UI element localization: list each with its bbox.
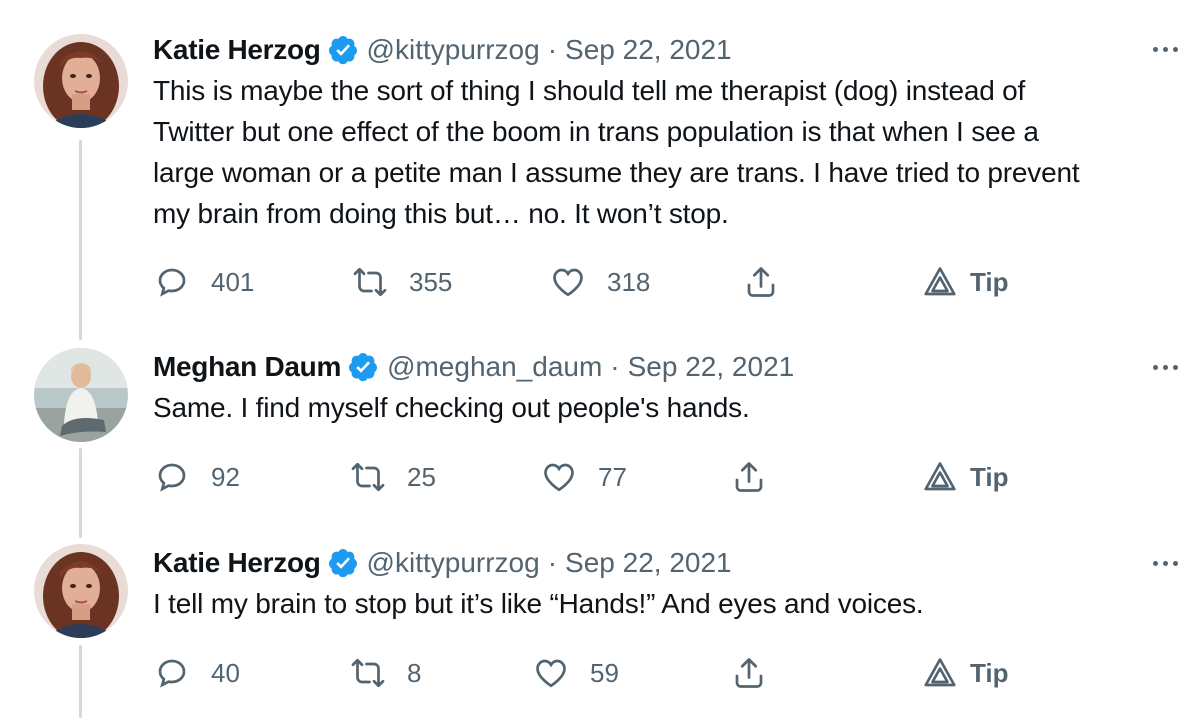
thread-connector-line xyxy=(79,140,82,340)
more-options-icon[interactable] xyxy=(1153,365,1178,370)
tip-jar-icon xyxy=(924,267,956,296)
like-button[interactable]: 77 xyxy=(541,459,627,495)
heart-icon xyxy=(536,659,566,688)
verified-badge-icon xyxy=(349,353,378,382)
tweet-header: Meghan Daum @meghan_daum · Sep 22, 2021 xyxy=(153,347,1180,387)
tip-jar-icon xyxy=(924,462,956,491)
like-count: 77 xyxy=(598,461,627,492)
separator-dot: · xyxy=(547,547,558,578)
reply-count: 92 xyxy=(211,461,240,492)
like-button[interactable]: 318 xyxy=(550,264,650,300)
thread-connector-line xyxy=(79,448,82,538)
profile-photo-icon xyxy=(34,34,128,128)
verified-badge-icon xyxy=(328,549,357,578)
like-count: 59 xyxy=(590,657,619,688)
reply-count: 40 xyxy=(211,657,240,688)
retweet-button[interactable]: 355 xyxy=(352,264,452,300)
verified-badge-icon xyxy=(328,36,357,65)
avatar[interactable] xyxy=(34,348,128,442)
separator-dot: · xyxy=(547,34,558,65)
tip-button[interactable]: Tip xyxy=(922,459,1009,495)
reply-icon xyxy=(158,268,186,297)
tip-button[interactable]: Tip xyxy=(922,264,1009,300)
display-name[interactable]: Meghan Daum xyxy=(153,351,341,383)
tweet-date[interactable]: Sep 22, 2021 xyxy=(565,34,732,66)
tip-jar-icon xyxy=(924,658,956,687)
retweet-count: 8 xyxy=(407,657,422,688)
retweet-icon xyxy=(353,267,387,297)
share-icon xyxy=(747,267,775,297)
tweet-text: Same. I find myself checking out people'… xyxy=(153,392,750,423)
reply-count: 401 xyxy=(211,266,255,297)
like-button[interactable]: 59 xyxy=(533,655,619,691)
like-count: 318 xyxy=(607,266,651,297)
tip-label: Tip xyxy=(970,657,1009,688)
reply-button[interactable]: 92 xyxy=(154,459,240,495)
tip-label: Tip xyxy=(970,266,1009,297)
share-icon xyxy=(735,658,763,688)
retweet-count: 25 xyxy=(407,461,436,492)
more-options-icon[interactable] xyxy=(1153,561,1178,566)
reply-icon xyxy=(158,463,186,492)
reply-button[interactable]: 401 xyxy=(154,264,254,300)
share-button[interactable] xyxy=(731,655,767,691)
share-button[interactable] xyxy=(731,459,767,495)
retweet-count: 355 xyxy=(409,266,453,297)
display-name[interactable]: Katie Herzog xyxy=(153,547,321,579)
retweet-button[interactable]: 8 xyxy=(350,655,421,691)
tip-button[interactable]: Tip xyxy=(922,655,1009,691)
avatar[interactable] xyxy=(34,544,128,638)
heart-icon xyxy=(544,463,574,492)
retweet-button[interactable]: 25 xyxy=(350,459,436,495)
reply-button[interactable]: 40 xyxy=(154,655,240,691)
user-handle[interactable]: @kittypurrzog xyxy=(367,547,540,579)
tweet-header: Katie Herzog @kittypurrzog · Sep 22, 202… xyxy=(153,30,1180,70)
avatar[interactable] xyxy=(34,34,128,128)
tip-label: Tip xyxy=(970,461,1009,492)
tweet-header: Katie Herzog @kittypurrzog · Sep 22, 202… xyxy=(153,543,1180,583)
tweet-text: I tell my brain to stop but it’s like “H… xyxy=(153,588,924,619)
separator-dot: · xyxy=(610,351,620,382)
retweet-icon xyxy=(351,462,385,492)
user-handle[interactable]: @meghan_daum xyxy=(387,351,602,383)
tweet-date[interactable]: Sep 22, 2021 xyxy=(565,547,732,579)
tweet-date[interactable]: Sep 22, 2021 xyxy=(628,351,795,383)
tweet-text: This is maybe the sort of thing I should… xyxy=(153,75,1080,229)
display-name[interactable]: Katie Herzog xyxy=(153,34,321,66)
heart-icon xyxy=(553,268,583,297)
more-options-icon[interactable] xyxy=(1153,47,1178,52)
profile-photo-icon xyxy=(34,544,128,638)
reply-icon xyxy=(158,659,186,688)
share-icon xyxy=(735,462,763,492)
profile-photo-icon xyxy=(34,348,128,442)
share-button[interactable] xyxy=(743,264,779,300)
retweet-icon xyxy=(351,658,385,688)
thread-connector-line xyxy=(79,645,82,718)
user-handle[interactable]: @kittypurrzog xyxy=(367,34,540,66)
